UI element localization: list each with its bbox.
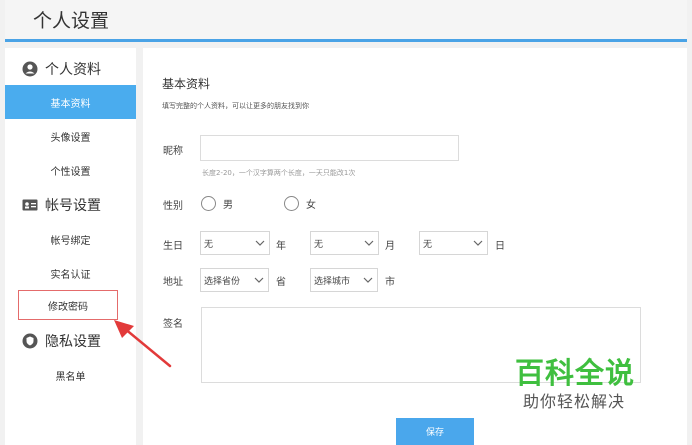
birthday-month-value: 无 (314, 239, 324, 250)
chevron-down-icon (255, 240, 265, 246)
nickname-hint: 长度2-20，一个汉字算两个长度，一天只能改1次 (202, 169, 356, 177)
province-unit: 省 (276, 277, 286, 288)
sidebar-section-title: 帐号设置 (45, 198, 101, 214)
top-bar: 个人设置 (5, 0, 687, 42)
sidebar-section-account: 帐号设置 (5, 191, 136, 219)
chevron-down-icon (473, 240, 483, 246)
birthday-month-select[interactable]: 无 (310, 231, 379, 255)
sidebar-item-personality[interactable]: 个性设置 (5, 153, 136, 187)
section-subheading: 填写完整的个人资料，可以让更多的朋友找到你 (162, 102, 309, 110)
chevron-down-icon (363, 277, 373, 283)
birthday-day-select[interactable]: 无 (419, 231, 488, 255)
sidebar-item-account-binding[interactable]: 帐号绑定 (5, 222, 136, 256)
birthday-day-unit: 日 (495, 241, 505, 252)
user-icon (22, 61, 38, 77)
sidebar-item-real-name-auth[interactable]: 实名认证 (5, 256, 136, 290)
nickname-input[interactable] (200, 135, 459, 161)
sidebar-section-profile: 个人资料 (5, 55, 136, 83)
sidebar-item-basic-info[interactable]: 基本资料 (5, 85, 136, 119)
sidebar-section-title: 隐私设置 (45, 334, 101, 350)
shield-icon (22, 333, 38, 349)
birthday-label: 生日 (163, 241, 183, 252)
sidebar-item-avatar[interactable]: 头像设置 (5, 119, 136, 153)
birthday-day-value: 无 (423, 239, 433, 250)
province-select[interactable]: 选择省份 (200, 268, 269, 292)
city-unit: 市 (385, 277, 395, 288)
section-heading: 基本资料 (162, 77, 211, 91)
birthday-year-value: 无 (204, 239, 214, 250)
birthday-month-unit: 月 (385, 241, 395, 252)
save-button[interactable]: 保存 (396, 418, 474, 445)
gender-female-radio[interactable] (284, 196, 299, 211)
province-value: 选择省份 (204, 276, 241, 287)
red-arrow-annotation (114, 320, 172, 368)
address-label: 地址 (163, 277, 183, 288)
gender-female-label: 女 (306, 200, 316, 211)
gender-male-radio[interactable] (201, 196, 216, 211)
watermark-subtitle: 助你轻松解决 (523, 392, 626, 411)
city-select[interactable]: 选择城市 (310, 268, 378, 292)
sidebar-section-title: 个人资料 (45, 62, 101, 78)
chevron-down-icon (254, 277, 264, 283)
page-title: 个人设置 (33, 10, 110, 32)
id-card-icon (22, 199, 38, 211)
nickname-label: 昵称 (163, 146, 183, 157)
gender-male-label: 男 (223, 200, 233, 211)
chevron-down-icon (364, 240, 374, 246)
birthday-year-select[interactable]: 无 (200, 231, 270, 255)
sidebar: 个人资料 基本资料 头像设置 个性设置 帐号设置 帐号绑定 实名认证 修改密码 … (5, 48, 136, 445)
sidebar-item-change-password[interactable]: 修改密码 (18, 290, 118, 320)
gender-label: 性别 (163, 201, 183, 212)
city-value: 选择城市 (314, 276, 351, 287)
birthday-year-unit: 年 (276, 241, 286, 252)
watermark-title: 百科全说 (515, 356, 636, 390)
